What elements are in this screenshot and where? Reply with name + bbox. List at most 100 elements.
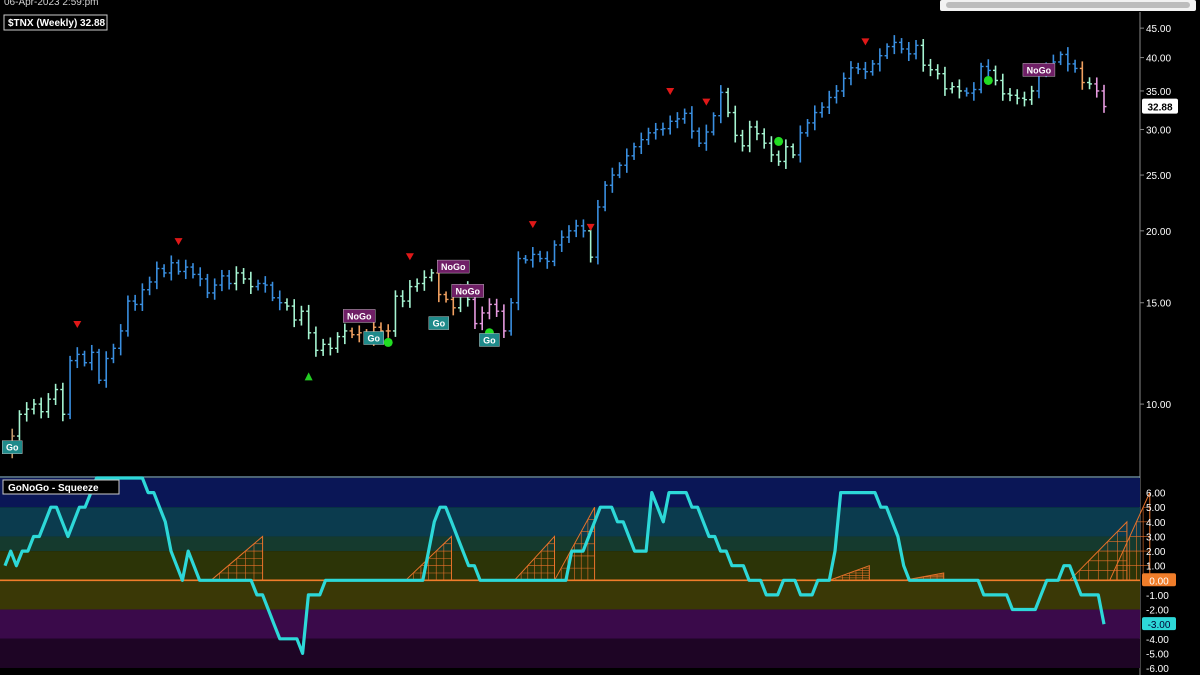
price-bar bbox=[580, 219, 586, 238]
flag-label: Go bbox=[367, 334, 380, 344]
osc-last-value: -3.00 bbox=[1148, 620, 1171, 631]
price-bar bbox=[927, 58, 933, 77]
price-bar bbox=[993, 65, 999, 86]
price-bar bbox=[248, 271, 254, 294]
price-bar bbox=[711, 112, 717, 136]
price-bar bbox=[197, 267, 203, 287]
price-bar bbox=[486, 298, 492, 320]
price-bar bbox=[660, 122, 666, 136]
price-bar bbox=[1087, 77, 1093, 90]
price-bar bbox=[906, 42, 912, 62]
price-bar bbox=[949, 82, 955, 94]
zero-badge-value: 0.00 bbox=[1149, 576, 1169, 587]
oscillator-band bbox=[0, 638, 1140, 668]
price-bar bbox=[1058, 51, 1064, 66]
price-bar bbox=[298, 305, 304, 326]
price-bar bbox=[139, 283, 145, 311]
price-bar bbox=[392, 290, 398, 337]
down-triangle-marker bbox=[174, 238, 183, 246]
price-bar bbox=[913, 40, 919, 60]
price-bar bbox=[277, 290, 283, 311]
y-tick-label: 45.00 bbox=[1146, 24, 1171, 35]
price-bar bbox=[891, 35, 897, 55]
price-bar bbox=[718, 85, 724, 124]
price-bar bbox=[899, 38, 905, 54]
price-bar bbox=[841, 72, 847, 97]
price-bar bbox=[790, 143, 796, 159]
price-bar bbox=[552, 240, 557, 267]
price-bar bbox=[407, 280, 413, 308]
flag-label: NoGo bbox=[347, 311, 372, 321]
price-bar bbox=[349, 327, 355, 339]
go-dot-marker bbox=[983, 75, 993, 85]
price-bar bbox=[978, 62, 984, 94]
price-bar bbox=[82, 350, 88, 367]
price-bar bbox=[566, 225, 572, 243]
price-bar bbox=[653, 122, 659, 140]
price-bar bbox=[631, 142, 637, 160]
nogo-flag: NoGo bbox=[437, 259, 470, 274]
price-bar bbox=[320, 338, 326, 356]
y-tick-label: 10.00 bbox=[1146, 400, 1171, 411]
price-bar bbox=[306, 304, 312, 340]
flag-label: NoGo bbox=[455, 286, 480, 296]
price-bar bbox=[233, 266, 239, 291]
price-bar bbox=[956, 79, 962, 99]
price-bar bbox=[154, 261, 160, 290]
price-bar bbox=[588, 225, 594, 263]
price-bar bbox=[110, 343, 116, 364]
price-bar bbox=[313, 326, 319, 357]
price-bar bbox=[443, 291, 449, 303]
price-bar bbox=[501, 304, 507, 338]
go-flag: Go bbox=[363, 331, 384, 345]
price-bar bbox=[645, 127, 651, 145]
price-bar bbox=[530, 247, 536, 268]
flag-label: Go bbox=[433, 319, 446, 329]
price-bar bbox=[667, 115, 673, 135]
price-bar bbox=[429, 268, 435, 282]
price-bar bbox=[754, 120, 760, 141]
price-bar bbox=[204, 273, 210, 299]
osc-tick-label: 6.00 bbox=[1146, 489, 1166, 500]
osc-tick-label: 4.00 bbox=[1146, 518, 1166, 529]
last-price-value: 32.88 bbox=[1147, 103, 1172, 114]
oscillator-band bbox=[0, 580, 1140, 610]
price-bar bbox=[696, 127, 702, 147]
nogo-flag: NoGo bbox=[343, 309, 376, 323]
price-bar bbox=[703, 124, 709, 151]
price-bar bbox=[682, 108, 688, 124]
osc-tick-label: -4.00 bbox=[1146, 635, 1169, 646]
nogo-flag: NoGo bbox=[451, 284, 484, 298]
flag-label: NoGo bbox=[1027, 65, 1052, 75]
price-bar bbox=[241, 268, 247, 284]
y-tick-label: 15.00 bbox=[1146, 299, 1171, 310]
price-bar bbox=[356, 325, 362, 343]
price-bar bbox=[342, 323, 348, 345]
price-bar bbox=[74, 347, 80, 369]
y-tick-label: 25.00 bbox=[1146, 171, 1171, 182]
oscillator-band bbox=[0, 609, 1140, 639]
last-price-badge: 32.88 bbox=[1142, 98, 1178, 114]
osc-tick-label: -1.00 bbox=[1146, 591, 1169, 602]
price-chart: Go NoGo Go Go NoGo NoGo Go NoGo 45.00 40.00 35.00… bbox=[0, 12, 1178, 675]
price-bar bbox=[16, 410, 22, 441]
price-bar bbox=[183, 259, 189, 280]
zero-badge: 0.00 bbox=[1142, 573, 1176, 587]
price-bar bbox=[674, 112, 680, 129]
price-bar bbox=[964, 87, 970, 97]
price-bar bbox=[942, 66, 948, 96]
osc-tick-label: -6.00 bbox=[1146, 664, 1169, 675]
price-bar bbox=[400, 290, 406, 308]
price-bar bbox=[624, 148, 630, 173]
osc-title: GoNoGo - Squeeze bbox=[2, 479, 120, 495]
price-bar bbox=[826, 90, 832, 115]
price-bar bbox=[812, 105, 818, 131]
osc-last-badge: -3.00 bbox=[1142, 617, 1176, 631]
price-bar bbox=[985, 59, 991, 78]
osc-tick-label: 5.00 bbox=[1146, 503, 1166, 514]
price-bar bbox=[255, 279, 261, 291]
price-bar bbox=[226, 270, 232, 290]
osc-tick-label: 1.00 bbox=[1146, 562, 1166, 573]
price-bar bbox=[125, 295, 131, 337]
price-bar bbox=[38, 397, 44, 419]
